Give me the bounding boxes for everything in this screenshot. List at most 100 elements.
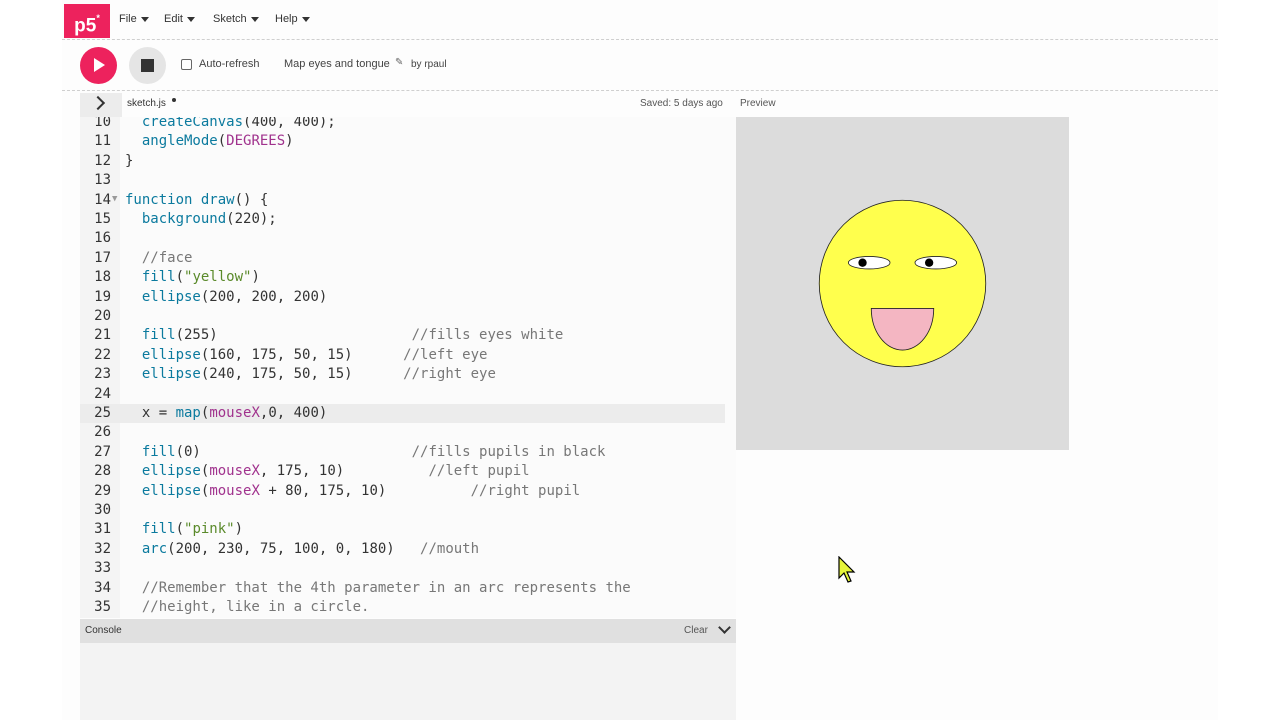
code-line[interactable]: 23 ellipse(240, 175, 50, 15) //right eye (80, 365, 725, 384)
line-number: 32 (94, 540, 111, 557)
code-text: angleMode(DEGREES) (125, 132, 294, 151)
line-number: 24 (94, 385, 111, 402)
code-text: ellipse(160, 175, 50, 15) //left eye (125, 346, 488, 365)
menu-edit[interactable]: Edit (164, 13, 195, 25)
code-token: //fills eyes white (411, 327, 564, 344)
code-line[interactable]: 20 (80, 307, 725, 326)
stop-button[interactable] (129, 47, 166, 84)
line-number: 14 (94, 191, 111, 208)
code-text: ellipse(200, 200, 200) (125, 288, 327, 307)
code-text: function draw() { (125, 191, 268, 210)
code-line[interactable]: 19 ellipse(200, 200, 200) (80, 288, 725, 307)
code-token: fill (141, 269, 176, 286)
code-line[interactable]: 31 fill("pink") (80, 520, 725, 539)
console-output (80, 643, 736, 720)
code-token: createCanvas (141, 117, 244, 130)
code-token: map (175, 405, 201, 421)
console-clear-button[interactable]: Clear (684, 625, 708, 636)
code-line[interactable]: 10 createCanvas(400, 400); (80, 117, 725, 132)
code-text: ellipse(mouseX, 175, 10) //left pupil (125, 462, 530, 481)
code-text: //Remember that the 4th parameter in an … (125, 579, 631, 598)
logo-text: p5 (74, 15, 97, 37)
code-line[interactable]: 11 angleMode(DEGREES) (80, 132, 725, 151)
pencil-icon[interactable]: ✎ (395, 57, 403, 68)
code-line[interactable]: 12} (80, 152, 725, 171)
code-line[interactable]: 25 x = map(mouseX,0, 400) (80, 404, 725, 424)
line-number: 20 (94, 308, 111, 324)
sketch-name[interactable]: Map eyes and tongue (284, 58, 390, 70)
chevron-down-icon (250, 16, 259, 22)
chevron-down-icon (140, 16, 149, 22)
code-text: //height, like in a circle. (125, 598, 370, 617)
code-line[interactable]: 22 ellipse(160, 175, 50, 15) //left eye (80, 346, 725, 365)
line-number: 31 (94, 521, 111, 538)
sidebar-toggle-button[interactable] (80, 93, 122, 117)
code-token: //left eye (403, 346, 488, 363)
line-number: 30 (94, 502, 111, 518)
code-token: (400, 400); (243, 117, 336, 130)
code-token: angleMode (141, 133, 218, 150)
top-nav: p5* File Edit Sketch Help (62, 0, 1218, 40)
stop-icon (141, 59, 154, 72)
code-token: function (125, 191, 201, 208)
code-line[interactable]: 33 (80, 559, 725, 578)
file-tab-name[interactable]: sketch.js (127, 98, 166, 109)
code-line[interactable]: 30 (80, 501, 725, 520)
line-number: 29 (94, 482, 111, 499)
code-token: (220); (226, 211, 277, 227)
chevron-down-icon[interactable] (718, 621, 731, 634)
code-line[interactable]: 18 fill("yellow") (80, 268, 725, 287)
line-number: 27 (94, 443, 111, 460)
code-line[interactable]: 34 //Remember that the 4th parameter in … (80, 579, 725, 598)
preview-label: Preview (740, 98, 776, 109)
code-line[interactable]: 21 fill(255) //fills eyes white (80, 326, 725, 345)
code-token: ( (175, 521, 185, 538)
menu-sketch-label: Sketch (213, 13, 247, 25)
p5-logo[interactable]: p5* (64, 4, 110, 38)
sketch-author[interactable]: by rpaul (411, 59, 447, 70)
code-token: fill (141, 443, 176, 460)
code-text: background(220); (125, 210, 277, 229)
auto-refresh-checkbox[interactable] (181, 59, 192, 70)
code-line[interactable]: 17 //face (80, 249, 725, 268)
sketch-drawing (818, 199, 987, 368)
menu-sketch[interactable]: Sketch (213, 13, 259, 25)
line-number: 26 (94, 424, 111, 441)
code-token: mouseX (209, 463, 260, 480)
code-token: (200, 200, 200) (200, 288, 328, 305)
code-editor[interactable]: 10 createCanvas(400, 400); 11 angleMode(D… (80, 117, 736, 618)
code-token: ) (285, 133, 294, 150)
left-pupil (858, 258, 867, 267)
code-line[interactable]: 26 (80, 423, 725, 442)
code-text: //face (125, 249, 193, 268)
preview-canvas[interactable] (736, 117, 1069, 450)
code-text: ellipse(240, 175, 50, 15) //right eye (125, 365, 496, 384)
code-line[interactable]: 28 ellipse(mouseX, 175, 10) //left pupil (80, 462, 725, 481)
code-token: (160, 175, 50, 15) (200, 346, 404, 363)
menu-help[interactable]: Help (275, 13, 310, 25)
code-line[interactable]: 13 (80, 171, 725, 190)
code-token: //fills pupils in black (411, 443, 606, 460)
fold-arrow-icon[interactable]: ▼ (112, 190, 117, 209)
menu-file[interactable]: File (119, 13, 149, 25)
line-number: 25 (94, 405, 111, 421)
auto-refresh-label: Auto-refresh (199, 58, 260, 70)
line-number: 22 (94, 346, 111, 363)
code-line[interactable]: 15 background(220); (80, 210, 725, 229)
code-token: DEGREES (226, 133, 286, 150)
code-line[interactable]: 16 (80, 229, 725, 248)
code-line[interactable]: 24 (80, 385, 725, 404)
code-line[interactable]: 35 //height, like in a circle. (80, 598, 725, 617)
line-number: 23 (94, 366, 111, 383)
line-number: 28 (94, 463, 111, 480)
code-line[interactable]: 27 fill(0) //fills pupils in black (80, 443, 725, 462)
code-line[interactable]: 29 ellipse(mouseX + 80, 175, 10) //right… (80, 482, 725, 501)
code-token: //left pupil (428, 463, 530, 480)
code-line[interactable]: 14 ▼ function draw() { (80, 191, 725, 210)
code-line[interactable]: 32 arc(200, 230, 75, 100, 0, 180) //mout… (80, 540, 725, 559)
play-button[interactable] (80, 47, 117, 84)
